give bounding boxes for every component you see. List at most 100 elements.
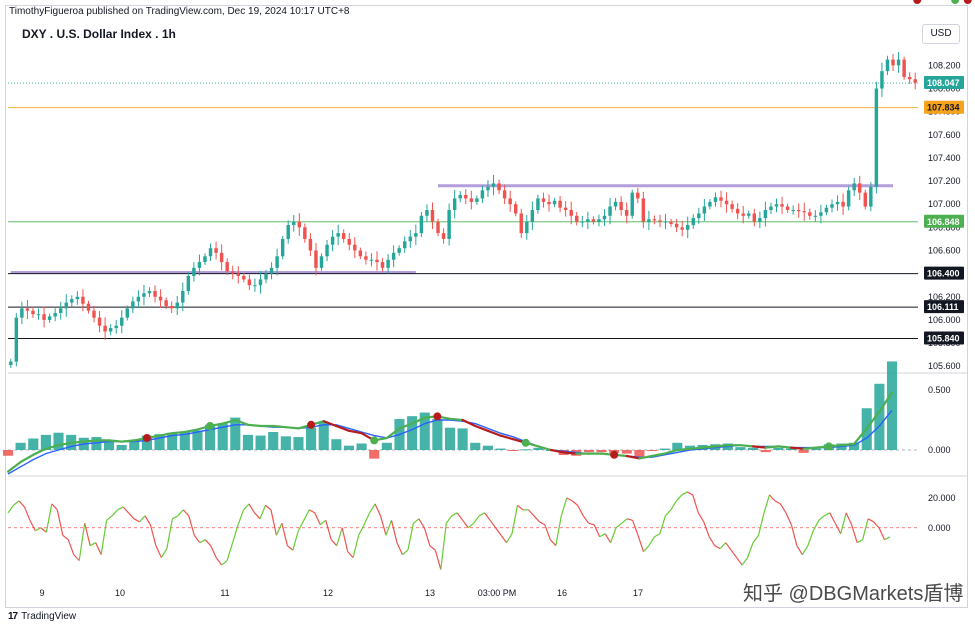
macd-histogram-bar bbox=[293, 437, 304, 450]
oscillator-line-segment bbox=[232, 524, 239, 543]
oscillator-line-segment bbox=[379, 515, 387, 536]
oscillator-line-segment bbox=[703, 521, 710, 537]
oscillator-line-segment bbox=[664, 509, 672, 517]
oscillator-line-segment bbox=[527, 509, 535, 517]
oscillator-line-segment bbox=[440, 523, 447, 570]
oscillator-line-segment bbox=[834, 523, 842, 535]
macd-line-segment bbox=[688, 446, 704, 450]
oscillator-line-segment bbox=[845, 512, 853, 526]
candle-body bbox=[419, 215, 424, 234]
oscillator-line-segment bbox=[610, 527, 617, 543]
candle-body bbox=[796, 210, 801, 212]
price-axis-tick: 108.200 bbox=[928, 60, 961, 70]
oscillator-line-segment bbox=[177, 509, 184, 517]
candle-body bbox=[769, 206, 773, 210]
candle-body bbox=[835, 201, 840, 205]
oscillator-line-segment bbox=[840, 512, 847, 534]
macd-histogram-bar bbox=[369, 450, 380, 459]
candle-body bbox=[14, 317, 19, 362]
candle-body bbox=[863, 192, 868, 207]
oscillator-line-segment bbox=[144, 515, 151, 526]
candle-body bbox=[81, 296, 85, 304]
oscillator-line-segment bbox=[670, 500, 677, 511]
macd-cross-marker bbox=[610, 450, 619, 459]
tradingview-logo[interactable]: 17 TradingView bbox=[8, 611, 76, 622]
macd-cross-marker bbox=[433, 412, 442, 421]
candle-body bbox=[525, 221, 529, 234]
oscillator-line-segment bbox=[215, 557, 223, 566]
candle-body bbox=[580, 221, 585, 223]
oscillator-line-segment bbox=[51, 503, 58, 511]
candle-body bbox=[264, 273, 268, 280]
candle-body bbox=[641, 198, 646, 222]
time-axis-tick: 10 bbox=[115, 588, 125, 598]
candle-body bbox=[303, 227, 307, 239]
macd-cross-marker bbox=[307, 420, 316, 429]
oscillator-line-segment bbox=[878, 527, 886, 540]
oscillator-line-segment bbox=[829, 512, 836, 524]
oscillator-line-segment bbox=[801, 545, 809, 555]
oscillator-line-segment bbox=[763, 494, 771, 514]
candle-body bbox=[430, 210, 435, 222]
oscillator-line-segment bbox=[593, 524, 601, 537]
macd-line-segment bbox=[171, 430, 186, 435]
macd-histogram-bar bbox=[306, 427, 317, 450]
candle-body bbox=[70, 299, 74, 303]
oscillator-line-segment bbox=[873, 521, 880, 529]
oscillator-line-segment bbox=[100, 520, 108, 555]
candle-body bbox=[108, 328, 113, 332]
macd-line-segment bbox=[246, 423, 262, 428]
time-axis-tick: 13 bbox=[425, 588, 435, 598]
oscillator-line-segment bbox=[281, 523, 288, 546]
candle-body bbox=[691, 218, 695, 226]
oscillator-line-segment bbox=[160, 548, 168, 558]
chart-canvas[interactable]: 105.600105.800106.000106.200106.400106.6… bbox=[0, 0, 975, 631]
macd-cross-marker bbox=[206, 422, 215, 430]
candle-body bbox=[497, 183, 501, 191]
oscillator-line-segment bbox=[659, 515, 666, 534]
oscillator-line-segment bbox=[714, 545, 721, 550]
candle-body bbox=[236, 273, 240, 276]
oscillator-line-segment bbox=[549, 539, 557, 547]
oscillator-line-segment bbox=[199, 539, 206, 544]
oscillator-line-segment bbox=[599, 533, 606, 538]
candle-body bbox=[131, 301, 135, 309]
oscillator-line-segment bbox=[434, 549, 442, 570]
candle-body bbox=[913, 79, 917, 83]
oscillator-line-segment bbox=[275, 523, 283, 536]
oscillator-line-segment bbox=[484, 512, 491, 521]
time-axis-tick: 16 bbox=[557, 588, 567, 598]
oscillator-axis-tick: 20.000 bbox=[928, 493, 956, 503]
candle-body bbox=[735, 208, 740, 214]
candle-body bbox=[530, 210, 535, 222]
macd-line-segment bbox=[284, 426, 300, 430]
oscillator-line-segment bbox=[779, 503, 787, 514]
candle-body bbox=[591, 219, 596, 222]
oscillator-line-segment bbox=[785, 512, 792, 526]
candle-body bbox=[136, 296, 141, 302]
candle-body bbox=[58, 308, 63, 313]
candle-body bbox=[242, 275, 246, 280]
oscillator-line-segment bbox=[615, 522, 622, 529]
candle-body bbox=[297, 221, 302, 228]
candle-body bbox=[75, 296, 80, 300]
candle-body bbox=[375, 259, 379, 263]
oscillator-line-segment bbox=[248, 503, 256, 514]
candle-body bbox=[142, 293, 146, 297]
macd-line-segment bbox=[777, 445, 793, 449]
oscillator-line-segment bbox=[62, 534, 69, 541]
oscillator-line-segment bbox=[566, 497, 573, 502]
candle-body bbox=[747, 213, 751, 216]
candle-body bbox=[652, 219, 657, 221]
oscillator-line-segment bbox=[818, 515, 825, 521]
candle-body bbox=[830, 204, 834, 208]
candle-body bbox=[841, 201, 845, 207]
oscillator-line-segment bbox=[681, 491, 688, 496]
oscillator-line-segment bbox=[243, 503, 250, 511]
candle-body bbox=[275, 256, 279, 268]
oscillator-line-segment bbox=[741, 557, 749, 566]
candle-body bbox=[674, 223, 679, 228]
candle-body bbox=[541, 198, 546, 202]
macd-histogram-bar bbox=[343, 445, 355, 450]
time-axis-tick: 9 bbox=[39, 588, 44, 598]
